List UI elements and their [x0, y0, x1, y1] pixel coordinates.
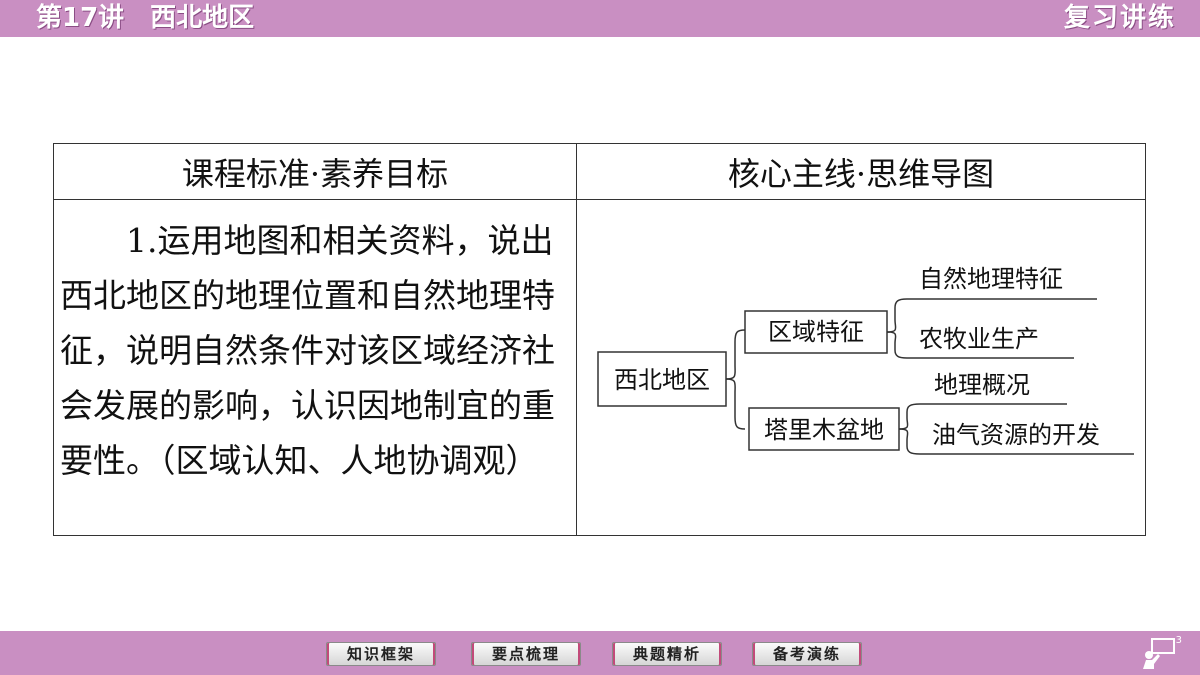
bottom-bar: 知识框架 要点梳理 典题精析 备考演练 3	[0, 631, 1200, 675]
mindmap-diagram: 西北地区 区域特征 自然地理特征 农牧业生产 塔里木盆地 地理概况 油气资源的开…	[597, 265, 1134, 455]
branch-brace	[886, 331, 908, 359]
mindmap-root: 西北地区	[614, 366, 710, 394]
branch-brace	[898, 403, 921, 430]
mindmap-leaf: 农牧业生产	[919, 325, 1039, 353]
branch-brace	[886, 298, 908, 333]
section-label: 复习讲练	[1063, 3, 1176, 33]
mindmap-branch-label: 区域特征	[768, 318, 864, 346]
nav-button-key-points[interactable]: 要点梳理	[471, 642, 581, 666]
mindmap-leaf: 地理概况	[934, 371, 1030, 399]
branch-brace	[898, 428, 921, 455]
nav-button-knowledge-framework[interactable]: 知识框架	[326, 642, 436, 666]
standard-text: 1.运用地图和相关资料，说出西北地区的地理位置和自然地理特征，说明自然条件对该区…	[53, 199, 577, 536]
mindmap-cell: 西北地区 区域特征 自然地理特征 农牧业生产 塔里木盆地 地理概况 油气资源的开…	[576, 199, 1146, 536]
root-brace-upper	[725, 329, 746, 380]
nav-button-typical-examples[interactable]: 典题精析	[612, 642, 722, 666]
lesson-table: 课程标准·素养目标 核心主线·思维导图 1.运用地图和相关资料，说出西北地区的地…	[53, 143, 1146, 536]
top-bar: 第17讲 西北地区 复习讲练	[0, 0, 1200, 37]
mindmap-leaf: 自然地理特征	[919, 265, 1063, 293]
root-brace-lower	[725, 378, 746, 430]
lesson-title: 第17讲 西北地区	[36, 3, 255, 33]
nav-button-exam-practice[interactable]: 备考演练	[752, 642, 862, 666]
mindmap-leaf: 油气资源的开发	[932, 421, 1100, 449]
header-standard: 课程标准·素养目标	[53, 143, 577, 200]
header-mindmap: 核心主线·思维导图	[576, 143, 1146, 200]
page-number: 3	[1175, 635, 1182, 646]
mindmap-branch-label: 塔里木盆地	[764, 416, 884, 444]
